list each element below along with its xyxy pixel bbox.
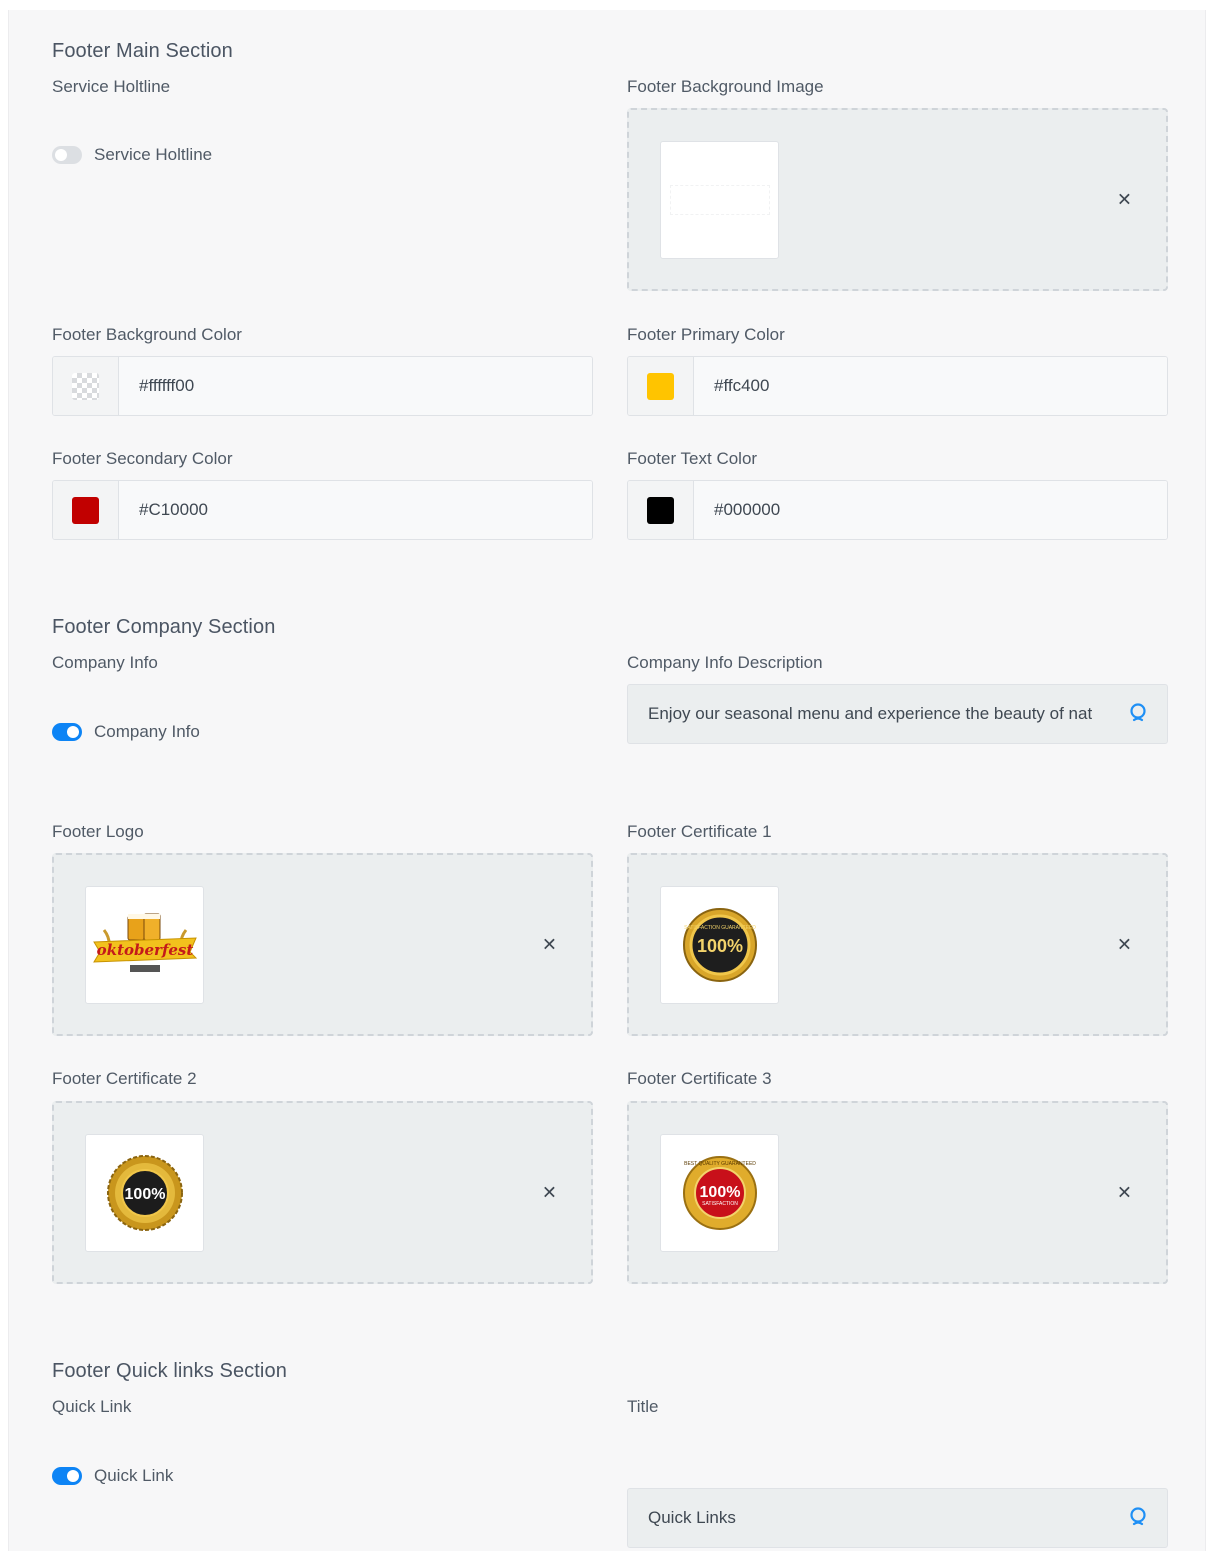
close-icon[interactable]: ✕ xyxy=(542,934,557,955)
bg-color-swatch-button[interactable] xyxy=(53,357,119,415)
section-title-quicklinks: Footer Quick links Section xyxy=(52,1360,287,1382)
certificate-1-badge-text: 100% xyxy=(696,936,742,956)
oktoberfest-logo: oktoberfest xyxy=(92,913,197,972)
certificate-1-badge: 100% SATISFACTION GUARANTEED xyxy=(682,908,757,982)
footer-logo-label: Footer Logo xyxy=(52,822,144,841)
primary-color-swatch-button[interactable] xyxy=(628,357,694,415)
text-color-swatch-button[interactable] xyxy=(628,481,694,539)
certificate-2-badge: 100% xyxy=(106,1155,183,1231)
quick-link-label: Quick Link xyxy=(52,1397,132,1416)
text-color-field[interactable]: #000000 xyxy=(627,480,1168,540)
service-hotline-toggle-row[interactable]: Service Holtline xyxy=(52,145,212,165)
footer-logo-upload[interactable]: oktoberfest ✕ xyxy=(52,853,593,1036)
certificate-3-upload[interactable]: 100% SATISFACTION BEST QUALITY GUARANTEE… xyxy=(627,1101,1168,1284)
certificate-1-upload[interactable]: 100% SATISFACTION GUARANTEED ✕ xyxy=(627,853,1168,1036)
company-info-toggle-label: Company Info xyxy=(94,722,200,741)
close-icon[interactable]: ✕ xyxy=(1117,934,1132,955)
quicklinks-title-input[interactable]: Quick Links xyxy=(627,1488,1168,1548)
company-info-toggle[interactable] xyxy=(52,723,82,741)
secondary-color-input[interactable]: #C10000 xyxy=(119,481,592,539)
certificate-3-thumbnail: 100% SATISFACTION BEST QUALITY GUARANTEE… xyxy=(660,1134,779,1252)
certificate-2-thumbnail: 100% xyxy=(85,1134,204,1252)
primary-color-input[interactable]: #ffc400 xyxy=(694,357,1167,415)
company-info-toggle-row[interactable]: Company Info xyxy=(52,722,200,742)
quicklinks-title-label: Title xyxy=(627,1397,659,1416)
globe-icon[interactable] xyxy=(1129,1507,1147,1529)
certificate-3-ring-text: BEST QUALITY GUARANTEED xyxy=(684,1161,756,1167)
logo-text: oktoberfest xyxy=(96,941,193,959)
company-info-label: Company Info xyxy=(52,653,158,672)
certificate-1-ring-text: SATISFACTION GUARANTEED xyxy=(684,925,756,931)
certificate-3-inner-text: SATISFACTION xyxy=(702,1201,738,1207)
bg-color-input[interactable]: #ffffff00 xyxy=(119,357,592,415)
placeholder-image xyxy=(669,185,770,215)
secondary-color-label: Footer Secondary Color xyxy=(52,449,233,468)
close-icon[interactable]: ✕ xyxy=(1117,189,1132,210)
certificate-2-upload[interactable]: 100% ✕ xyxy=(52,1101,593,1284)
company-description-label: Company Info Description xyxy=(627,653,823,672)
bg-color-label: Footer Background Color xyxy=(52,325,242,344)
bg-image-upload[interactable]: ✕ xyxy=(627,108,1168,291)
primary-color-label: Footer Primary Color xyxy=(627,325,785,344)
quick-link-toggle-row[interactable]: Quick Link xyxy=(52,1466,173,1486)
primary-color-field[interactable]: #ffc400 xyxy=(627,356,1168,416)
secondary-color-swatch-button[interactable] xyxy=(53,481,119,539)
bg-color-field[interactable]: #ffffff00 xyxy=(52,356,593,416)
certificate-3-badge: 100% SATISFACTION BEST QUALITY GUARANTEE… xyxy=(682,1156,757,1230)
secondary-color-swatch xyxy=(72,496,99,524)
certificate-1-label: Footer Certificate 1 xyxy=(627,822,772,841)
certificate-3-label: Footer Certificate 3 xyxy=(627,1069,772,1088)
primary-color-swatch xyxy=(647,372,674,400)
footer-logo-thumbnail: oktoberfest xyxy=(85,886,204,1004)
text-color-input[interactable]: #000000 xyxy=(694,481,1167,539)
certificate-3-badge-text: 100% xyxy=(699,1184,740,1201)
section-title-company: Footer Company Section xyxy=(52,616,276,638)
bg-image-thumbnail xyxy=(660,141,779,259)
close-icon[interactable]: ✕ xyxy=(1117,1182,1132,1203)
company-description-input[interactable]: Enjoy our seasonal menu and experience t… xyxy=(627,684,1168,744)
secondary-color-field[interactable]: #C10000 xyxy=(52,480,593,540)
checkerboard-icon xyxy=(72,372,99,400)
section-title-main: Footer Main Section xyxy=(52,40,233,62)
quick-link-toggle[interactable] xyxy=(52,1467,82,1485)
text-color-label: Footer Text Color xyxy=(627,449,758,468)
bg-image-label: Footer Background Image xyxy=(627,77,824,96)
quick-link-toggle-label: Quick Link xyxy=(94,1466,174,1485)
certificate-1-thumbnail: 100% SATISFACTION GUARANTEED xyxy=(660,886,779,1004)
service-hotline-label: Service Holtline xyxy=(52,77,171,96)
quicklinks-title-value: Quick Links xyxy=(648,1508,736,1527)
text-color-swatch xyxy=(647,496,674,524)
service-hotline-toggle-label: Service Holtline xyxy=(94,145,213,164)
company-description-value: Enjoy our seasonal menu and experience t… xyxy=(648,704,1093,723)
footer-settings-panel: Footer Main Section Service Holtline Ser… xyxy=(8,10,1206,1551)
globe-icon[interactable] xyxy=(1129,703,1147,725)
service-hotline-toggle[interactable] xyxy=(52,146,82,164)
close-icon[interactable]: ✕ xyxy=(542,1182,557,1203)
certificate-2-badge-text: 100% xyxy=(124,1186,165,1203)
certificate-2-label: Footer Certificate 2 xyxy=(52,1069,197,1088)
